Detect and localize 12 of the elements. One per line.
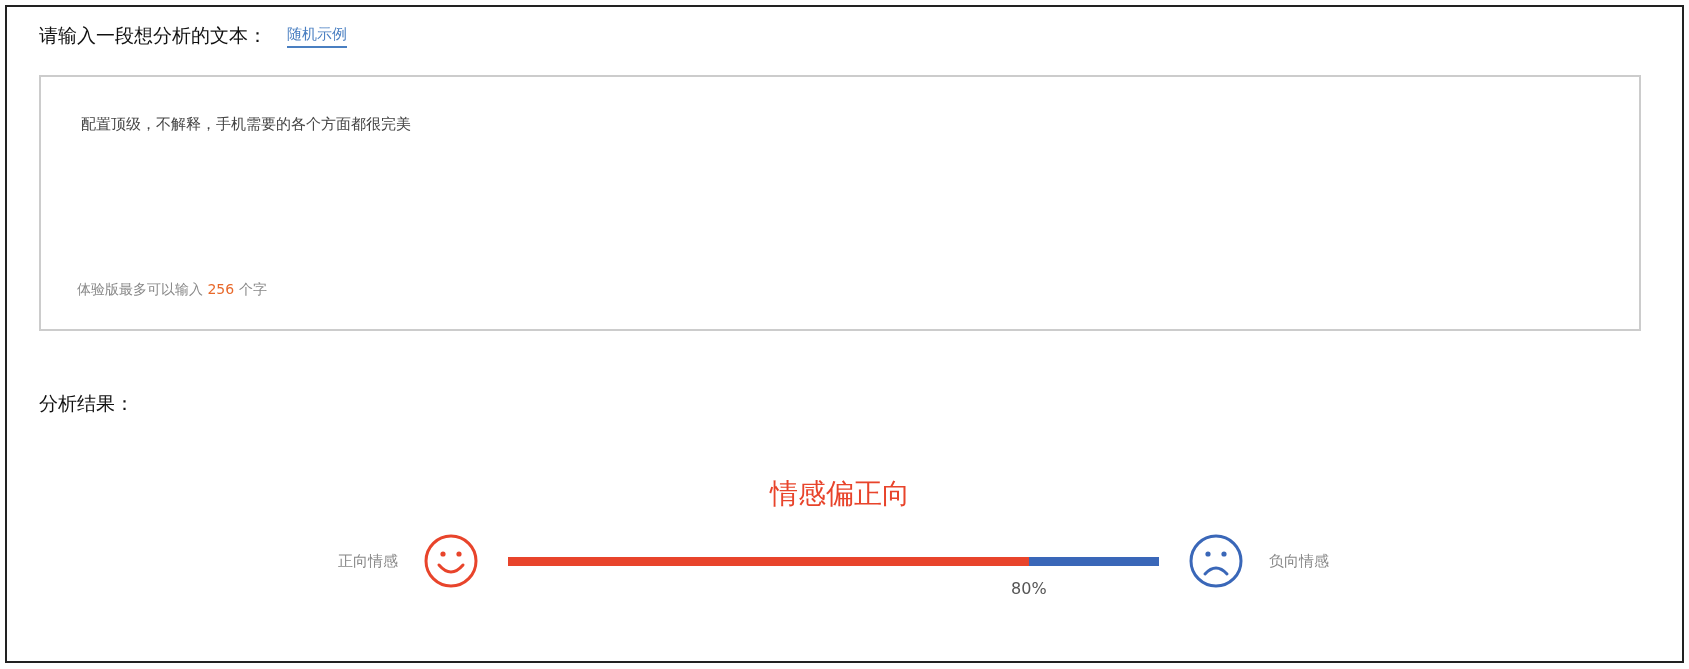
length-hint: 体验版最多可以输入 256 个字 xyxy=(77,281,268,299)
input-text: 配置顶级，不解释，手机需要的各个方面都很完美 xyxy=(81,115,412,134)
negative-label: 负向情感 xyxy=(1269,551,1329,571)
section-heading: 请输入一段想分析的文本： xyxy=(39,23,267,48)
text-input-area[interactable]: 配置顶级，不解释，手机需要的各个方面都很完美 体验版最多可以输入 256 个字 xyxy=(39,75,1641,331)
sentiment-verdict: 情感偏正向 xyxy=(768,476,911,512)
sad-face-icon xyxy=(1188,533,1244,589)
positive-label: 正向情感 xyxy=(338,551,398,571)
random-example-link[interactable]: 随机示例 xyxy=(287,24,347,48)
percent-label: 80% xyxy=(1011,578,1047,598)
result-heading: 分析结果： xyxy=(39,391,135,416)
smiley-face-icon xyxy=(423,533,479,589)
